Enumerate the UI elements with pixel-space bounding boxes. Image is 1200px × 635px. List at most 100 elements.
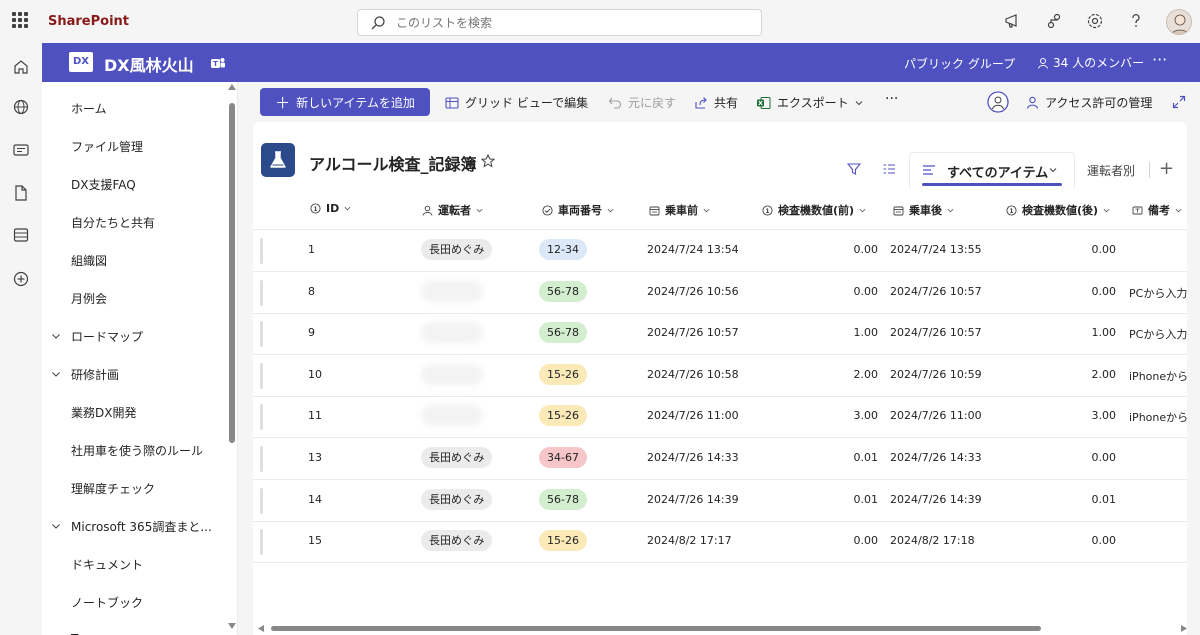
- scroll-up-icon[interactable]: [228, 84, 236, 90]
- home-icon[interactable]: [11, 57, 31, 77]
- nav-item[interactable]: DX支援FAQ: [42, 173, 228, 195]
- table-row[interactable]: 8 56-78 2024/7/26 10:56 0.00 2024/7/26 10:57…: [253, 272, 1187, 314]
- table-row[interactable]: 9 56-78 2024/7/26 10:57 1.00 2024/7/26 10:57…: [253, 313, 1187, 356]
- table-row[interactable]: 11 15-26 2024/7/26 11:00 3.00 2024/7/26 11:0…: [253, 396, 1187, 439]
- row-select-handle[interactable]: [260, 404, 263, 431]
- tab-all-items[interactable]: すべてのアイテム: [909, 152, 1075, 188]
- nav-item[interactable]: ノートブック: [42, 591, 228, 613]
- table-row[interactable]: 10 15-26 2024/7/26 10:58 2.00 2024/7/26 10:5…: [253, 355, 1187, 397]
- cell-driver-redacted[interactable]: [421, 363, 483, 385]
- nav-item[interactable]: 社用車を使う際のルール: [42, 439, 228, 461]
- undo-button[interactable]: 元に戻す: [608, 94, 676, 111]
- nav-item[interactable]: ロードマップ: [42, 325, 228, 347]
- nav-item[interactable]: 月例会: [42, 287, 228, 309]
- site-logo[interactable]: DX: [69, 52, 93, 72]
- manage-access-button[interactable]: アクセス許可の管理: [1026, 94, 1152, 111]
- chevron-down-icon: [703, 208, 710, 212]
- cell-driver-redacted[interactable]: [421, 322, 483, 344]
- app-connect-icon[interactable]: [1044, 11, 1064, 31]
- column-header-after-value[interactable]: 1 検査機数値(後): [1006, 202, 1110, 218]
- new-item-button[interactable]: ＋ 新しいアイテムを追加: [260, 88, 430, 116]
- tab-by-driver[interactable]: 運転者別: [1087, 162, 1135, 179]
- nav-item[interactable]: Microsoft 365調査まと...: [42, 515, 228, 537]
- chevron-down-icon[interactable]: [51, 331, 61, 341]
- more-commands-icon[interactable]: ···: [885, 91, 898, 107]
- table-row[interactable]: 14 長田めぐみ 56-78 2024/7/26 14:39 0.01 2024/7/26…: [253, 480, 1187, 522]
- column-header-id[interactable]: 1 ID: [310, 202, 351, 215]
- nav-item[interactable]: Teams: [42, 629, 228, 635]
- nav-item[interactable]: 自分たちと共有: [42, 211, 228, 233]
- row-select-handle[interactable]: [260, 446, 263, 472]
- cell-after-value: 3.00: [1091, 409, 1117, 423]
- row-select-handle[interactable]: [260, 321, 263, 348]
- column-header-before[interactable]: 乗車前: [649, 202, 710, 218]
- globe-icon[interactable]: [11, 97, 31, 117]
- nav-item[interactable]: ホーム: [42, 97, 228, 119]
- undo-label: 元に戻す: [628, 96, 677, 110]
- teams-icon[interactable]: T: [210, 55, 226, 71]
- row-select-handle[interactable]: [260, 362, 263, 389]
- plus-icon: ＋: [275, 93, 291, 112]
- members-button[interactable]: 34 人のメンバー: [1037, 54, 1144, 71]
- lists-icon[interactable]: [11, 225, 31, 245]
- column-header-after[interactable]: 乗車後: [893, 202, 954, 218]
- row-select-handle[interactable]: [260, 279, 263, 306]
- cell-driver[interactable]: 長田めぐみ: [421, 239, 493, 260]
- cell-driver-redacted[interactable]: [421, 280, 483, 302]
- app-brand[interactable]: SharePoint: [48, 14, 129, 29]
- add-circle-icon[interactable]: [11, 269, 31, 289]
- copilot-avatar-icon[interactable]: [987, 91, 1009, 113]
- favorite-star-icon[interactable]: [481, 154, 495, 168]
- chevron-down-icon[interactable]: [51, 369, 61, 379]
- cell-driver[interactable]: 長田めぐみ: [421, 447, 493, 468]
- expand-icon[interactable]: [1172, 95, 1186, 109]
- add-view-button[interactable]: +: [1159, 158, 1174, 179]
- scroll-right-icon[interactable]: [1180, 625, 1187, 632]
- new-item-label: 新しいアイテムを追加: [296, 95, 415, 110]
- scroll-down-icon[interactable]: [228, 623, 236, 629]
- nav-item[interactable]: 研修計画: [42, 363, 228, 385]
- table-row[interactable]: 15 長田めぐみ 15-26 2024/8/2 17:17 0.00 2024/8/2 1…: [253, 521, 1187, 564]
- document-icon[interactable]: [11, 183, 31, 203]
- nav-item-label: 業務DX開発: [71, 406, 137, 420]
- grid-edit-button[interactable]: グリッド ビューで編集: [445, 94, 588, 111]
- scroll-left-icon[interactable]: [258, 625, 265, 632]
- nav-item[interactable]: 理解度チェック: [42, 477, 228, 499]
- nav-item[interactable]: 組織図: [42, 249, 228, 271]
- avatar[interactable]: [1166, 9, 1192, 35]
- column-header-before-value[interactable]: 1 検査機数値(前): [762, 202, 866, 218]
- cell-driver[interactable]: 長田めぐみ: [421, 530, 493, 552]
- nav-item[interactable]: ドキュメント: [42, 553, 228, 575]
- view-options-icon[interactable]: [882, 162, 896, 176]
- horizontal-scrollbar[interactable]: [271, 626, 1041, 631]
- chevron-down-icon[interactable]: [51, 521, 61, 531]
- site-title[interactable]: DX風林火山: [104, 52, 194, 76]
- search-box[interactable]: [357, 9, 762, 36]
- share-button[interactable]: 共有: [694, 94, 738, 111]
- filter-icon[interactable]: [847, 162, 861, 176]
- column-header-driver[interactable]: 運転者: [422, 202, 483, 218]
- nav-item[interactable]: 業務DX開発: [42, 401, 228, 423]
- search-input[interactable]: [396, 14, 736, 32]
- export-button[interactable]: エクスポート: [756, 94, 863, 111]
- cell-driver[interactable]: 長田めぐみ: [421, 488, 493, 510]
- news-icon[interactable]: [11, 140, 31, 160]
- nav-scrollbar[interactable]: [229, 103, 235, 443]
- app-launcher-icon[interactable]: [12, 12, 28, 28]
- megaphone-icon[interactable]: [1003, 11, 1023, 31]
- person-column-icon: [422, 205, 433, 216]
- gear-icon[interactable]: [1085, 11, 1105, 31]
- more-icon[interactable]: ···: [1152, 50, 1167, 69]
- cell-before-value: 0.00: [853, 284, 879, 298]
- column-header-car[interactable]: 車両番号: [542, 202, 614, 218]
- row-select-handle[interactable]: [260, 487, 263, 514]
- nav-item[interactable]: ファイル管理: [42, 135, 228, 157]
- help-icon[interactable]: [1126, 11, 1146, 31]
- cell-driver-redacted[interactable]: [421, 405, 483, 427]
- table-row[interactable]: 13 長田めぐみ 34-67 2024/7/26 14:33 0.01 2024/7/26…: [253, 438, 1187, 480]
- cell-before-value: 0.01: [853, 451, 879, 464]
- column-header-note[interactable]: 備考: [1132, 202, 1182, 218]
- table-row[interactable]: 1 長田めぐみ 12-34 2024/7/24 13:54 0.00 2024/7/24 …: [253, 230, 1187, 272]
- row-select-handle[interactable]: [260, 529, 263, 556]
- row-select-handle[interactable]: [260, 238, 263, 264]
